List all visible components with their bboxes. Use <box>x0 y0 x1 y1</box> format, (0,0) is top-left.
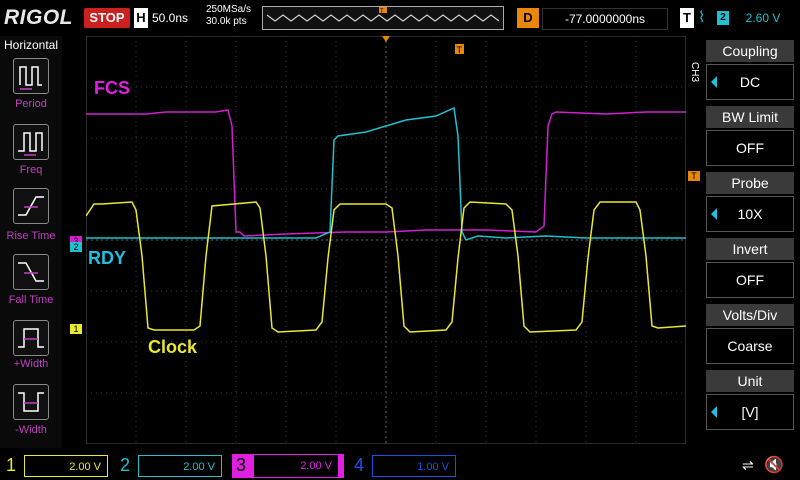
volts-div-button[interactable]: Coarse <box>706 328 794 364</box>
trigger-label: T <box>680 8 694 28</box>
neg-width-label: -Width <box>15 424 47 436</box>
probe-button[interactable]: 10X <box>706 196 794 232</box>
invert-button[interactable]: OFF <box>706 262 794 298</box>
coupling-header: Coupling <box>706 40 794 62</box>
memory-position-track[interactable]: T <box>262 6 504 30</box>
pos-width-label: +Width <box>13 358 49 370</box>
bw-limit-header: BW Limit <box>706 106 794 128</box>
memory-waveform-icon: T <box>266 7 500 22</box>
rise-time-label: Rise Time <box>6 230 56 242</box>
freq-label: Freq <box>19 164 43 176</box>
pos-width-icon <box>18 328 44 348</box>
delay-value[interactable]: -77.0000000ns <box>542 8 668 30</box>
unit-button[interactable]: [V] <box>706 394 794 430</box>
trigger-source: 2 <box>717 11 729 25</box>
invert-header: Invert <box>706 238 794 260</box>
fall-time-button[interactable] <box>13 254 49 290</box>
period-icon <box>19 66 42 90</box>
unit-value: [V] <box>741 404 759 420</box>
trigger-level-marker[interactable]: T <box>688 171 700 181</box>
ch2-offset-marker[interactable]: 2 <box>70 242 82 252</box>
left-arrow-icon <box>711 406 717 418</box>
left-arrow-icon <box>711 76 717 88</box>
rise-time-button[interactable] <box>13 188 49 224</box>
coupling-button[interactable]: DC <box>706 64 794 100</box>
horizontal-label: H <box>134 8 148 28</box>
neg-width-icon <box>18 392 44 412</box>
probe-value: 10X <box>737 206 763 222</box>
unit-header: Unit <box>706 370 794 392</box>
rdy-label: RDY <box>88 248 127 268</box>
run-stop-badge[interactable]: STOP <box>84 8 130 28</box>
memory-depth: 30.0k pts <box>206 16 247 27</box>
coupling-value: DC <box>739 74 761 90</box>
rigol-logo: RIGOL <box>4 6 73 29</box>
bw-limit-value: OFF <box>736 140 764 156</box>
rise-time-icon <box>18 196 44 216</box>
trigger-level[interactable]: 2.60 V <box>734 8 792 28</box>
panel-title: Horizontal <box>3 38 59 52</box>
fall-time-label: Fall Time <box>8 294 54 306</box>
waveform-display[interactable]: T <box>86 36 686 444</box>
neg-width-button[interactable] <box>13 384 49 420</box>
period-label: Period <box>15 98 47 110</box>
invert-value: OFF <box>736 272 764 288</box>
probe-header: Probe <box>706 172 794 194</box>
ch1-scale[interactable]: 2.00 V <box>24 455 108 477</box>
sample-rate: 250MSa/s <box>206 4 252 15</box>
ch1-offset-marker[interactable]: 1 <box>70 324 82 334</box>
bw-limit-button[interactable]: OFF <box>706 130 794 166</box>
fall-time-icon <box>18 262 44 282</box>
left-arrow-icon <box>711 208 717 220</box>
fcs-label: FCS <box>94 78 130 98</box>
freq-button[interactable] <box>13 124 49 160</box>
acquisition-info: 250MSa/s 30.0k pts <box>206 4 251 28</box>
speaker-mute-icon[interactable]: 🔇 <box>764 455 784 475</box>
ch2-scale[interactable]: 2.00 V <box>138 455 222 477</box>
ch4-scale[interactable]: 1.00 V <box>372 455 456 477</box>
trigger-edge-icon: ⌇ <box>698 9 706 26</box>
ch3-number[interactable]: 3 <box>236 455 246 476</box>
delay-label: D <box>517 8 539 28</box>
pos-width-button[interactable] <box>13 320 49 356</box>
ch1-number[interactable]: 1 <box>6 455 16 476</box>
ch3-scale[interactable]: 2.00 V <box>254 455 338 477</box>
usb-icon: ⇌ <box>742 457 754 473</box>
ch4-number[interactable]: 4 <box>354 455 364 476</box>
volts-div-header: Volts/Div <box>706 304 794 326</box>
period-button[interactable] <box>13 58 49 94</box>
ch2-number[interactable]: 2 <box>120 455 130 476</box>
timebase-value[interactable]: 50.0ns <box>152 8 204 28</box>
volts-div-value: Coarse <box>727 338 773 354</box>
svg-text:T: T <box>457 45 463 55</box>
channel-tag: CH3 <box>689 62 700 83</box>
clock-label: Clock <box>148 337 198 357</box>
svg-text:T: T <box>380 9 384 15</box>
freq-icon <box>18 132 43 156</box>
